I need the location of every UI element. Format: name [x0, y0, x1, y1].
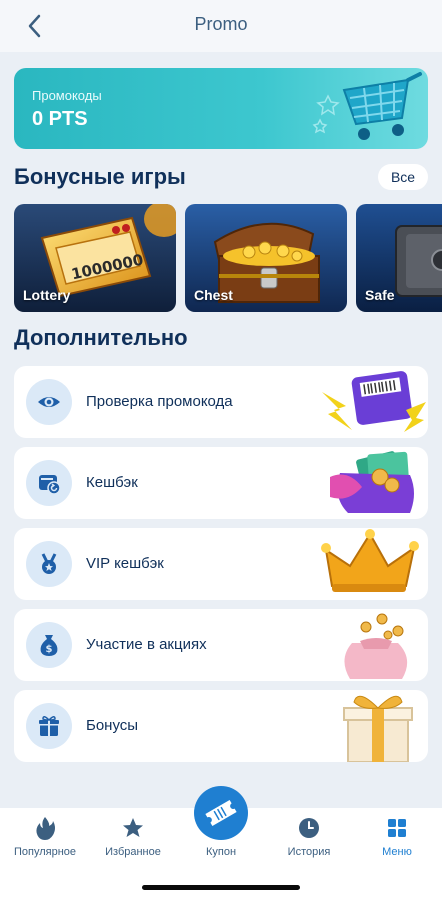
- clock-icon: [299, 818, 319, 838]
- bonus-games-title: Бонусные игры: [14, 164, 186, 189]
- coupon-button[interactable]: [194, 786, 248, 840]
- wallet-icon: [330, 451, 414, 513]
- promo-points-card[interactable]: Промокоды 0 PTS: [14, 68, 428, 149]
- tab-favorites[interactable]: Избранное: [89, 808, 177, 868]
- tab-history[interactable]: История: [265, 808, 353, 868]
- game-card-chest[interactable]: Chest: [185, 204, 347, 312]
- bonuses-item[interactable]: Бонусы: [14, 690, 428, 762]
- icon-circle: [26, 703, 72, 749]
- item-label: Участие в акциях: [86, 636, 207, 653]
- tab-label: Популярное: [13, 846, 77, 858]
- tab-label: Меню: [382, 846, 412, 858]
- page-title: Promo: [194, 14, 248, 34]
- svg-text:$: $: [46, 644, 53, 655]
- eye-icon: [38, 397, 60, 407]
- tab-label: Купон: [205, 846, 237, 858]
- item-label: VIP кешбэк: [86, 555, 164, 572]
- flame-icon: [36, 817, 55, 840]
- money-bag-art-icon: [344, 613, 408, 679]
- medal-icon: [41, 553, 57, 574]
- vip-cashback-item[interactable]: VIP кешбэк: [14, 528, 428, 600]
- item-label: Бонусы: [86, 717, 139, 734]
- tab-popular[interactable]: Популярное: [1, 808, 89, 868]
- icon-circle: [26, 541, 72, 587]
- gift-icon: [39, 716, 59, 736]
- grid-icon: [388, 819, 406, 837]
- see-all-button[interactable]: Все: [378, 164, 428, 190]
- promotions-item[interactable]: $ Участие в акциях: [14, 609, 428, 681]
- promo-label: Промокоды: [32, 88, 102, 103]
- icon-circle: $: [26, 622, 72, 668]
- gift-box-icon: [343, 695, 413, 762]
- tab-label: История: [287, 846, 331, 858]
- icon-circle: [26, 379, 72, 425]
- star-icon: [123, 818, 143, 837]
- money-bag-icon: $: [40, 635, 58, 656]
- top-bar: Promo: [0, 0, 442, 52]
- item-label: Проверка промокода: [86, 393, 233, 410]
- home-indicator: [142, 885, 300, 890]
- icon-circle: [26, 460, 72, 506]
- promo-code-card-icon: [322, 371, 426, 432]
- tab-label: Избранное: [105, 846, 161, 858]
- game-card-label: Lottery: [23, 287, 71, 303]
- bonus-games-carousel[interactable]: 1000000 Lottery Chest Safe: [14, 204, 442, 312]
- promo-points-value: 0 PTS: [32, 108, 88, 130]
- item-label: Кешбэк: [86, 474, 138, 491]
- game-card-lottery[interactable]: 1000000 Lottery: [14, 204, 176, 312]
- game-card-label: Chest: [194, 287, 233, 303]
- game-card-label: Safe: [365, 287, 395, 303]
- ticket-icon: [205, 799, 237, 827]
- promo-check-item[interactable]: Проверка промокода: [14, 366, 428, 438]
- crown-icon: [321, 529, 419, 592]
- additional-title: Дополнительно: [14, 325, 188, 350]
- cashback-item[interactable]: Кешбэк: [14, 447, 428, 519]
- game-card-safe[interactable]: Safe: [356, 204, 442, 312]
- wallet-cashback-icon: [39, 475, 61, 495]
- tab-menu[interactable]: Меню: [353, 808, 441, 868]
- shopping-basket-icon: [312, 72, 422, 140]
